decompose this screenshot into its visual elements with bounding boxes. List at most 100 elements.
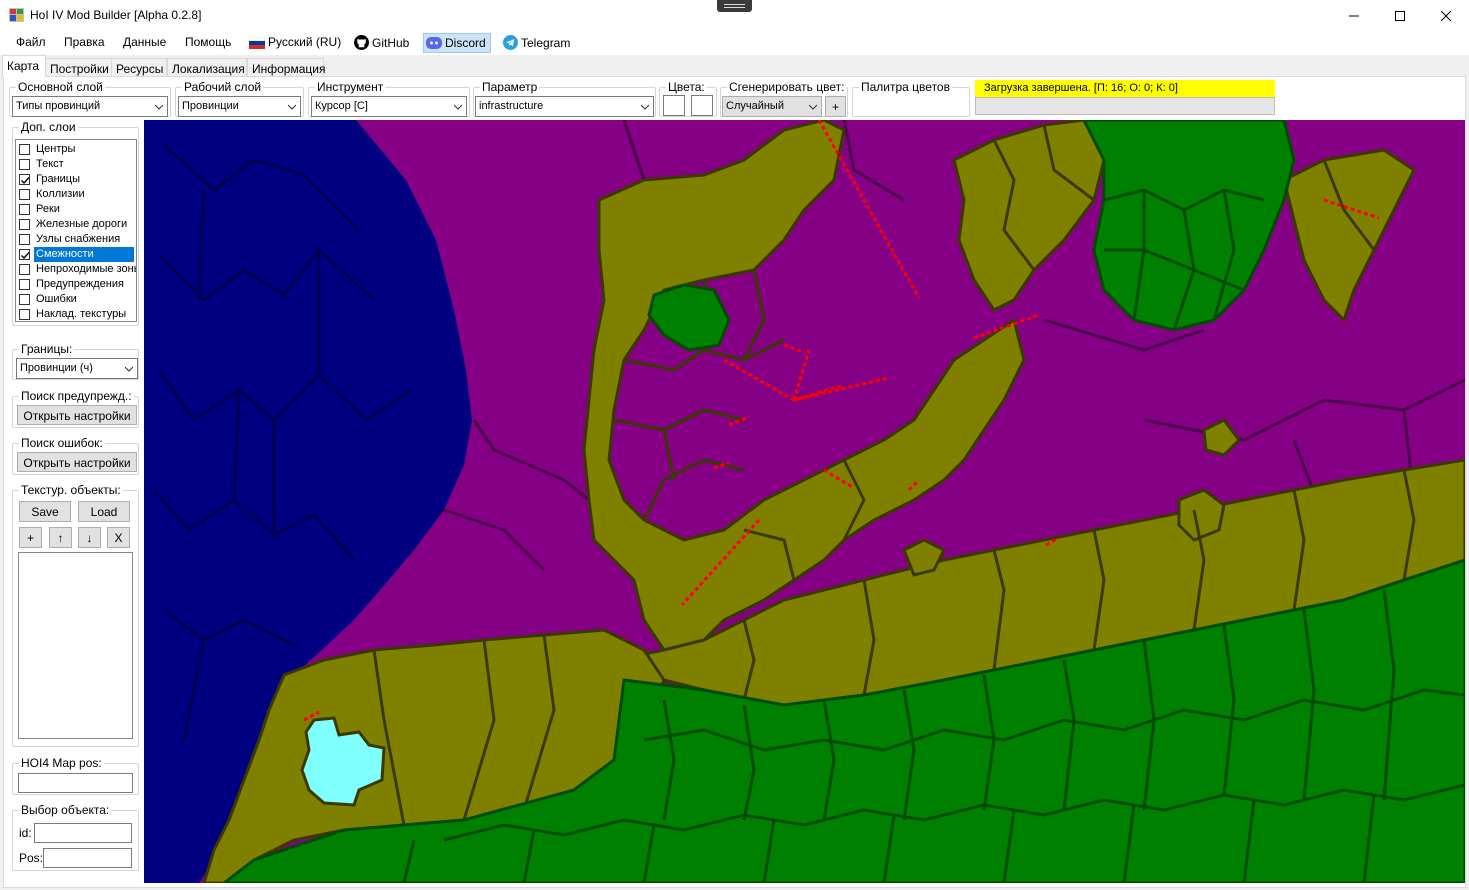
checkbox-icon[interactable]: [19, 234, 30, 245]
texture-add-button[interactable]: +: [19, 527, 42, 548]
layer-item[interactable]: Непроходимые зоны: [16, 262, 136, 277]
layer-item-label: Реки: [36, 203, 60, 215]
layer-item-label: Наклад. текстуры: [36, 308, 127, 320]
checkbox-icon[interactable]: [19, 189, 30, 200]
warnings-settings-button[interactable]: Открыть настройки: [17, 405, 137, 425]
layer-item-label: Железные дороги: [36, 218, 128, 230]
main-layer-select[interactable]: Типы провинций: [12, 96, 168, 117]
chevron-down-icon: [125, 366, 133, 372]
parameter-select[interactable]: infrastructure: [475, 96, 654, 117]
layer-item[interactable]: Узлы снабжения: [16, 232, 136, 247]
province-map: [144, 120, 1465, 883]
menu-discord[interactable]: Discord: [423, 33, 491, 53]
tab-information[interactable]: Информация: [247, 58, 325, 77]
generate-color-select[interactable]: Случайный: [722, 96, 822, 117]
layer-item-label: Текст: [36, 158, 64, 170]
menu-github[interactable]: GitHub: [352, 35, 411, 50]
main-layer-value: Типы провинций: [16, 100, 101, 112]
tool-value: Курсор [C]: [315, 100, 368, 112]
layer-item-label: Непроходимые зоны: [36, 263, 137, 275]
menu-language-label: Русский (RU): [268, 35, 342, 49]
checkbox-icon[interactable]: [19, 144, 30, 155]
github-icon: [354, 35, 369, 50]
texture-remove-button[interactable]: X: [107, 527, 130, 548]
texture-load-button[interactable]: Load: [78, 501, 130, 522]
checkbox-icon[interactable]: [19, 264, 30, 275]
map-pos-group: HOI4 Map pos:: [12, 756, 139, 795]
texture-save-button[interactable]: Save: [19, 501, 71, 522]
checkbox-icon[interactable]: [19, 159, 30, 170]
window-drag-grip[interactable]: [717, 0, 752, 12]
checkbox-icon[interactable]: [19, 219, 30, 230]
layer-item[interactable]: Реки: [16, 202, 136, 217]
texture-objects-title: Текстур. объекты:: [19, 483, 123, 497]
borders-select[interactable]: Провинции (ч): [16, 358, 138, 379]
menu-data[interactable]: Данные: [121, 35, 168, 49]
texture-move-down-button[interactable]: ↓: [78, 527, 101, 548]
layer-item[interactable]: Железные дороги: [16, 217, 136, 232]
progress-bar: [975, 97, 1275, 115]
layer-item[interactable]: Смежности: [16, 247, 136, 262]
warnings-search-title: Поиск предупрежд.:: [19, 389, 134, 403]
colors-title: Цвета:: [666, 80, 707, 94]
tab-buildings[interactable]: Постройки: [45, 58, 112, 77]
primary-color-swatch[interactable]: [663, 95, 685, 116]
checkbox-icon[interactable]: [19, 204, 30, 215]
work-layer-select[interactable]: Провинции: [178, 96, 301, 117]
errors-settings-button[interactable]: Открыть настройки: [17, 452, 137, 472]
secondary-color-swatch[interactable]: [691, 95, 713, 116]
color-palette-group[interactable]: Палитра цветов: [852, 80, 970, 117]
layer-item[interactable]: Центры: [16, 142, 136, 157]
checkbox-icon[interactable]: [19, 279, 30, 290]
status-message: Загрузка завершена. [П: 16; О: 0; К: 0]: [975, 80, 1275, 97]
russia-flag-icon: [249, 37, 265, 49]
main-layer-group: Основной слой Типы провинций: [9, 80, 171, 117]
chevron-down-icon: [809, 104, 817, 110]
app-icon: [9, 8, 24, 22]
layer-item-label: Предупреждения: [36, 278, 124, 290]
parameter-group: Параметр infrastructure: [473, 80, 656, 117]
menu-help[interactable]: Помощь: [183, 35, 233, 49]
texture-objects-list[interactable]: [18, 552, 133, 739]
layer-item-label: Ошибки: [36, 293, 77, 305]
tab-resources[interactable]: Ресурсы: [111, 58, 167, 77]
minimize-button[interactable]: [1331, 0, 1377, 31]
tab-map[interactable]: Карта: [2, 55, 46, 77]
layer-item[interactable]: Предупреждения: [16, 277, 136, 292]
layer-item[interactable]: Коллизии: [16, 187, 136, 202]
menu-language[interactable]: Русский (RU): [247, 35, 343, 49]
map-pos-field[interactable]: [18, 773, 133, 793]
maximize-button[interactable]: [1377, 0, 1423, 31]
layer-item[interactable]: Наклад. текстуры: [16, 307, 136, 321]
extra-layers-title: Доп. слои: [19, 120, 78, 134]
object-pos-field[interactable]: [43, 848, 132, 868]
map-canvas[interactable]: [144, 120, 1465, 883]
tab-strip: Карта Постройки Ресурсы Локализация Инфо…: [0, 55, 1469, 77]
checkbox-icon[interactable]: [19, 309, 30, 320]
checkbox-checked-icon[interactable]: [19, 249, 30, 260]
close-icon: [1441, 10, 1451, 21]
menu-telegram[interactable]: Telegram: [501, 35, 572, 50]
tool-select[interactable]: Курсор [C]: [311, 96, 467, 117]
extra-layers-list: Центры Текст Границы Коллизии Реки Железные д…: [15, 139, 137, 322]
work-layer-group: Рабочий слой Провинции: [175, 80, 304, 117]
tab-localization[interactable]: Локализация: [167, 58, 247, 77]
layer-item[interactable]: Текст: [16, 157, 136, 172]
chevron-down-icon: [454, 104, 462, 110]
menu-file[interactable]: Файл: [14, 35, 48, 49]
title-bar: HoI IV Mod Builder [Alpha 0.2.8]: [0, 0, 1469, 31]
checkbox-icon[interactable]: [19, 294, 30, 305]
menu-bar: Файл Правка Данные Помощь Русский (RU) G…: [0, 31, 1469, 55]
close-button[interactable]: [1423, 0, 1469, 31]
parameter-value: infrastructure: [479, 100, 544, 112]
extra-layers-group: Доп. слои Центры Текст Границы Коллизии Реки…: [12, 120, 139, 326]
menu-edit[interactable]: Правка: [62, 35, 107, 49]
layer-item[interactable]: Ошибки: [16, 292, 136, 307]
layer-item[interactable]: Границы: [16, 172, 136, 187]
borders-title: Границы:: [19, 342, 75, 356]
object-id-field[interactable]: [34, 823, 132, 843]
generate-color-add-button[interactable]: +: [825, 96, 846, 117]
checkbox-checked-icon[interactable]: [19, 174, 30, 185]
color-palette-title: Палитра цветов: [859, 80, 952, 94]
texture-move-up-button[interactable]: ↑: [49, 527, 72, 548]
